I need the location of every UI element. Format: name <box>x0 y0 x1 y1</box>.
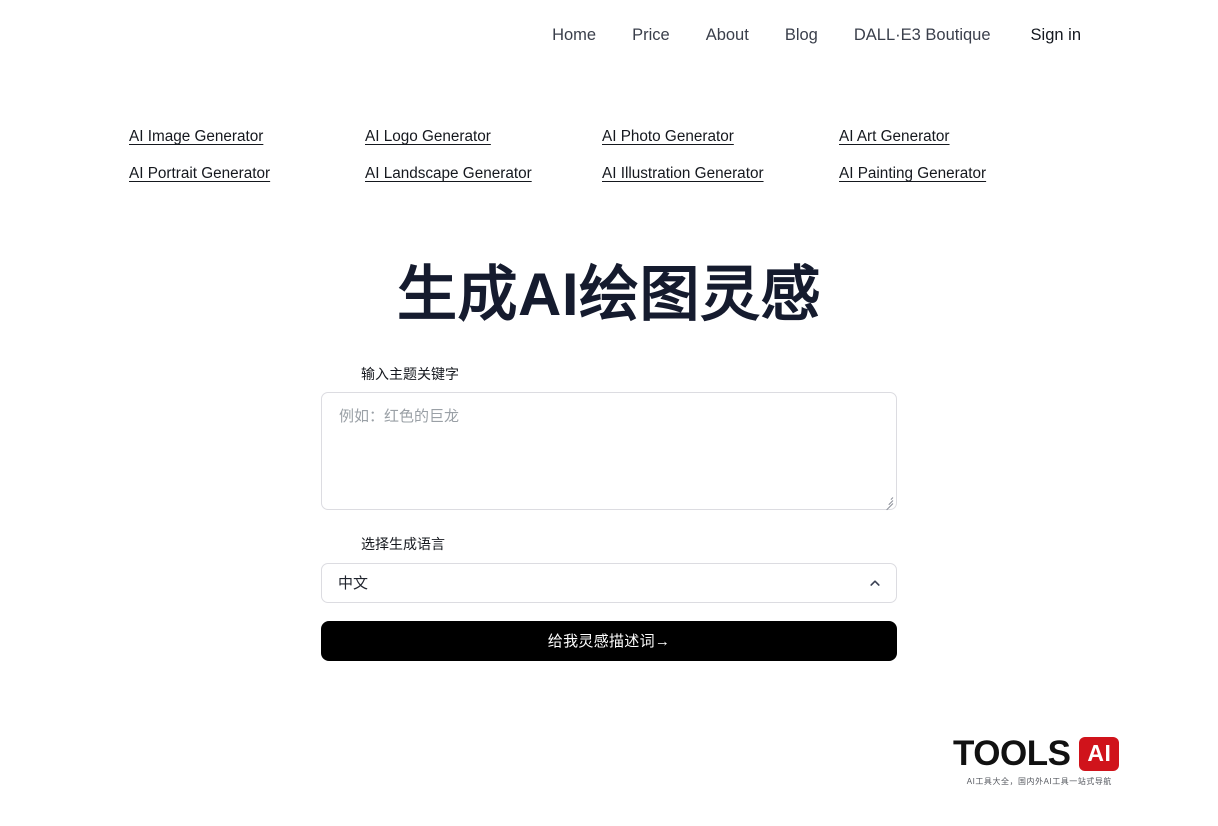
link-ai-photo-generator[interactable]: AI Photo Generator <box>602 127 734 146</box>
nav-link-price[interactable]: Price <box>614 27 688 44</box>
prompt-placeholder-text: 例如：红色的巨龙 <box>339 408 460 426</box>
brand-logo: TOOLS AI AI工具大全，国内外AI工具一站式导航 <box>953 736 1131 787</box>
hero-section: 生成AI绘图灵感 <box>0 262 1218 328</box>
top-navigation: Home Price About Blog DALL·E3 Boutique S… <box>0 0 1218 70</box>
nav-link-home[interactable]: Home <box>534 27 614 44</box>
link-ai-illustration-generator[interactable]: AI Illustration Generator <box>602 164 764 183</box>
link-ai-landscape-generator[interactable]: AI Landscape Generator <box>365 164 532 183</box>
link-ai-painting-generator[interactable]: AI Painting Generator <box>839 164 986 183</box>
generate-inspiration-button[interactable]: 给我灵感描述词→ <box>321 620 897 661</box>
brand-logo-row: TOOLS AI <box>953 736 1131 771</box>
inspiration-form: 输入主题关键字 例如：红色的巨龙 选择生成语言 中文 给我灵感描述词→ <box>321 328 897 661</box>
nav-link-about[interactable]: About <box>688 27 767 44</box>
link-ai-portrait-generator[interactable]: AI Portrait Generator <box>129 164 270 183</box>
prompt-field-label: 输入主题关键字 <box>361 366 459 383</box>
nav-link-dalle3-boutique[interactable]: DALL·E3 Boutique <box>836 27 1009 44</box>
sign-in-link[interactable]: Sign in <box>1009 27 1081 44</box>
brand-tagline: AI工具大全，国内外AI工具一站式导航 <box>966 777 1112 786</box>
link-ai-logo-generator[interactable]: AI Logo Generator <box>365 127 491 146</box>
language-field-label: 选择生成语言 <box>361 536 445 553</box>
page-title: 生成AI绘图灵感 <box>397 261 821 329</box>
link-ai-image-generator[interactable]: AI Image Generator <box>129 127 263 146</box>
brand-ai-badge-icon: AI <box>1079 736 1120 771</box>
prompt-input[interactable]: 例如：红色的巨龙 <box>321 392 897 511</box>
generator-links-section: AI Image Generator AI Logo Generator AI … <box>0 70 1218 183</box>
brand-wordmark: TOOLS <box>953 734 1071 773</box>
nav-link-blog[interactable]: Blog <box>767 27 836 44</box>
link-ai-art-generator[interactable]: AI Art Generator <box>839 127 950 146</box>
textarea-resize-handle[interactable] <box>882 495 894 511</box>
language-select[interactable]: 中文 <box>321 562 897 603</box>
chevron-up-icon[interactable] <box>868 576 882 590</box>
generator-links-grid: AI Image Generator AI Logo Generator AI … <box>129 127 1218 183</box>
language-select-value: 中文 <box>338 575 369 593</box>
